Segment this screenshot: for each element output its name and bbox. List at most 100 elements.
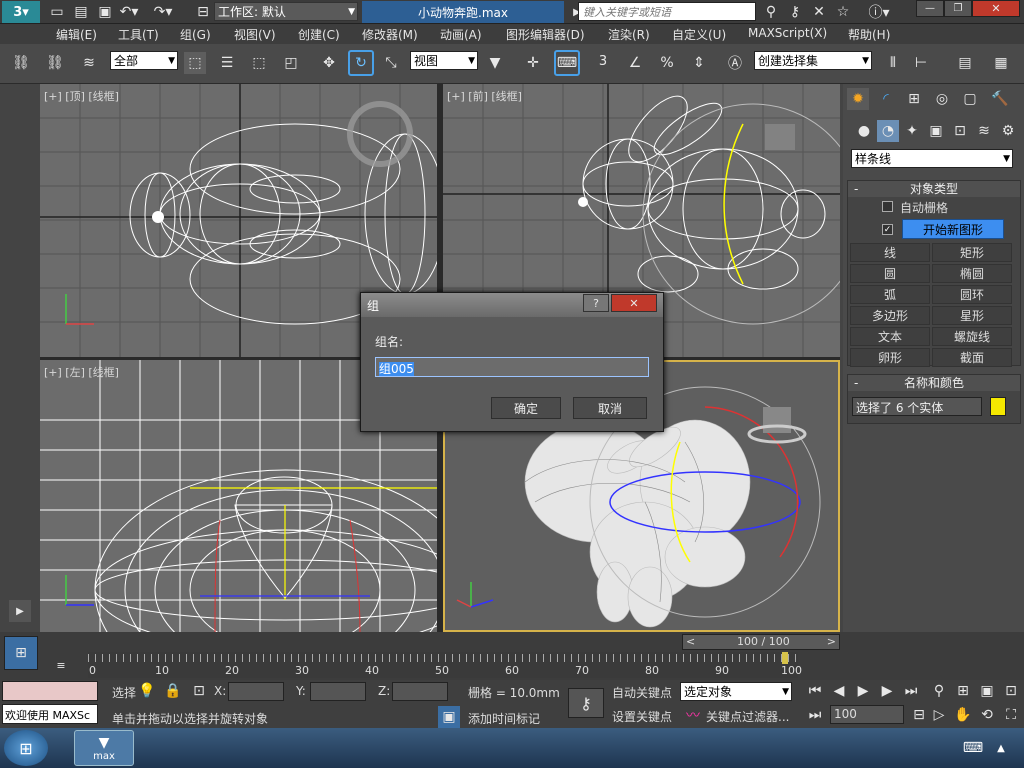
modify-tab-icon[interactable]: ◜ xyxy=(875,88,897,110)
select-and-move-icon[interactable]: ✥ xyxy=(318,52,340,74)
undo-icon[interactable]: ↶▾ xyxy=(118,1,140,23)
named-selection-dropdown[interactable]: 创建选择集 ▼ xyxy=(754,51,872,70)
keyboard-shortcut-override-icon[interactable]: ⌨ xyxy=(554,50,580,76)
orbit-icon[interactable]: ⟲ xyxy=(976,704,998,726)
unlink-selection-icon[interactable]: ⛓ xyxy=(44,52,66,74)
select-by-name-icon[interactable]: ☰ xyxy=(216,52,238,74)
align-icon[interactable]: ⊢ xyxy=(910,52,932,74)
reference-coordinate-dropdown[interactable]: 视图 ▼ xyxy=(410,51,478,70)
mirror-icon[interactable]: ⫴ xyxy=(882,52,904,74)
section-button[interactable]: 截面 xyxy=(932,348,1012,367)
helix-button[interactable]: 螺旋线 xyxy=(932,327,1012,346)
key-mode-toggle-icon[interactable]: ⏭ xyxy=(804,704,826,726)
selection-lock-icon[interactable]: 🔒 xyxy=(162,680,184,702)
viewport-layout-icon[interactable]: ⊞ xyxy=(4,636,38,670)
play-icon[interactable]: ▶ xyxy=(852,680,874,702)
key-filters-button[interactable]: 关键点过滤器... xyxy=(706,708,789,725)
layer-manager-icon[interactable]: ▤ xyxy=(954,52,976,74)
dialog-help-icon[interactable]: ? xyxy=(583,294,609,312)
help-icon[interactable]: ⓘ▾ xyxy=(864,1,894,23)
utilities-tab-icon[interactable]: 🔨 xyxy=(989,88,1011,110)
category-dropdown[interactable]: 样条线 ▼ xyxy=(851,149,1013,168)
favorites-star-icon[interactable]: ☆ xyxy=(832,1,854,23)
name-color-header[interactable]: - 名称和颜色 xyxy=(848,375,1020,391)
menu-group[interactable]: 组(G) xyxy=(180,26,211,43)
rectangular-selection-icon[interactable]: ⬚ xyxy=(248,52,270,74)
prev-frame-icon[interactable]: ◀ xyxy=(828,680,850,702)
menu-tools[interactable]: 工具(T) xyxy=(118,26,159,43)
ellipse-button[interactable]: 椭圆 xyxy=(932,264,1012,283)
workspace-dropdown[interactable]: 工作区: 默认 ▼ xyxy=(214,2,358,21)
time-slider[interactable]: < 100 / 100 > xyxy=(682,634,840,650)
project-folder-icon[interactable]: ⊟ xyxy=(192,1,214,23)
select-and-rotate-icon[interactable]: ↻ xyxy=(348,50,374,76)
display-tab-icon[interactable]: ▢ xyxy=(959,88,981,110)
dialog-titlebar[interactable]: 组 ? ✕ xyxy=(361,293,663,317)
goto-start-icon[interactable]: ⏮ xyxy=(804,680,826,702)
circle-button[interactable]: 圆 xyxy=(850,264,930,283)
angle-snap-icon[interactable]: ∠ xyxy=(624,52,646,74)
egg-button[interactable]: 卵形 xyxy=(850,348,930,367)
z-coordinate-field[interactable] xyxy=(392,682,448,701)
minimize-window-icon[interactable]: — xyxy=(916,0,944,17)
next-frame-icon[interactable]: ▶ xyxy=(876,680,898,702)
menu-modifiers[interactable]: 修改器(M) xyxy=(362,26,418,43)
menu-edit[interactable]: 编辑(E) xyxy=(56,26,97,43)
timeline-ruler[interactable]: 0 10 20 30 40 50 60 70 80 90 100 xyxy=(88,652,802,678)
selection-filter-dropdown[interactable]: 全部 ▼ xyxy=(110,51,178,70)
viewport-left-label[interactable]: [+] [左] [线框] xyxy=(44,364,119,380)
add-time-tag-icon[interactable]: ▣ xyxy=(438,706,460,728)
time-config-icon[interactable]: ⊟ xyxy=(908,704,930,726)
absolute-mode-icon[interactable]: ⊡ xyxy=(188,680,210,702)
text-button[interactable]: 文本 xyxy=(850,327,930,346)
spacewarps-category-icon[interactable]: ≋ xyxy=(973,120,995,142)
spinner-snap-icon[interactable]: ⇕ xyxy=(688,52,710,74)
curve-editor-icon[interactable]: ≡ xyxy=(50,656,72,674)
zoom-extents-all-icon[interactable]: ⊡ xyxy=(1000,680,1022,702)
binoculars-icon[interactable]: ⚲ xyxy=(760,1,782,23)
pan-view-icon[interactable]: ✋ xyxy=(952,704,974,726)
viewport-top-label[interactable]: [+] [顶] [线框] xyxy=(44,88,119,104)
viewport-front-label[interactable]: [+] [前] [线框] xyxy=(447,88,522,104)
maximize-viewport-icon[interactable]: ⛶ xyxy=(1000,704,1022,726)
app-menu-icon[interactable]: 3▾ xyxy=(2,1,40,23)
tray-arrow-icon[interactable]: ▲ xyxy=(990,737,1012,759)
select-object-icon[interactable]: ⬚ xyxy=(184,52,206,74)
x-coordinate-field[interactable] xyxy=(228,682,284,701)
ngon-button[interactable]: 多边形 xyxy=(850,306,930,325)
menu-maxscript[interactable]: MAXScript(X) xyxy=(748,26,827,40)
percent-snap-icon[interactable]: % xyxy=(656,52,678,74)
goto-end-icon[interactable]: ⏭ xyxy=(900,680,922,702)
object-color-swatch[interactable] xyxy=(990,397,1006,416)
taskbar-3dsmax-button[interactable]: ▼ max xyxy=(74,730,134,766)
set-key-icon[interactable]: ⚷ xyxy=(568,688,604,718)
group-name-input[interactable]: 组005 xyxy=(375,357,649,377)
close-window-icon[interactable]: ✕ xyxy=(972,0,1020,17)
new-file-icon[interactable]: ▭ xyxy=(46,1,68,23)
set-key-button[interactable]: 设置关键点 xyxy=(612,708,672,725)
create-tab-icon[interactable]: ✹ xyxy=(847,88,869,110)
select-and-manipulate-icon[interactable]: ✛ xyxy=(522,52,544,74)
edit-named-selection-icon[interactable]: Ⓐ xyxy=(724,52,746,74)
dialog-close-icon[interactable]: ✕ xyxy=(611,294,657,312)
expand-panel-icon[interactable]: ▶ xyxy=(9,600,31,622)
zoom-icon[interactable]: ⚲ xyxy=(928,680,950,702)
menu-create[interactable]: 创建(C) xyxy=(298,26,340,43)
save-file-icon[interactable]: ▣ xyxy=(94,1,116,23)
menu-animation[interactable]: 动画(A) xyxy=(440,26,482,43)
auto-grid-checkbox[interactable] xyxy=(882,201,893,212)
cameras-category-icon[interactable]: ▣ xyxy=(925,120,947,142)
object-name-field[interactable]: 选择了 6 个实体 xyxy=(852,397,982,416)
menu-views[interactable]: 视图(V) xyxy=(234,26,276,43)
graphite-modeling-icon[interactable]: ▦ xyxy=(990,52,1012,74)
zoom-extents-icon[interactable]: ▣ xyxy=(976,680,998,702)
communication-icon[interactable]: ✕ xyxy=(808,1,830,23)
keyboard-tray-icon[interactable]: ⌨ xyxy=(962,737,984,759)
star-button[interactable]: 星形 xyxy=(932,306,1012,325)
select-and-link-icon[interactable]: ⛓ xyxy=(10,52,32,74)
hierarchy-tab-icon[interactable]: ⊞ xyxy=(903,88,925,110)
ok-button[interactable]: 确定 xyxy=(491,397,561,419)
lights-category-icon[interactable]: ✦ xyxy=(901,120,923,142)
maxscript-listener-white[interactable]: 欢迎使用 MAXSc xyxy=(2,704,98,724)
helpers-category-icon[interactable]: ⊡ xyxy=(949,120,971,142)
